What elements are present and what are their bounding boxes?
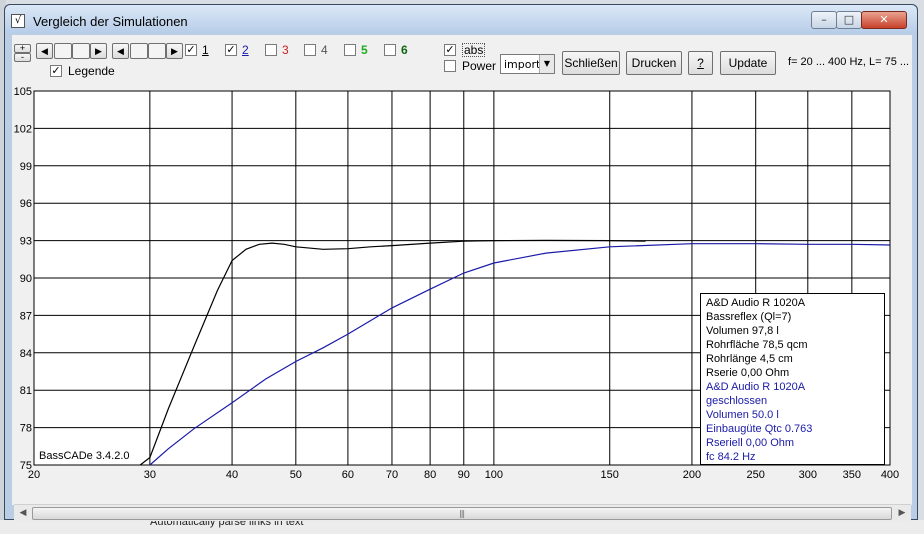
y-tick-label: 105 xyxy=(14,86,32,98)
chart-legend: A&D Audio R 1020A Bassreflex (Ql=7) Volume… xyxy=(700,293,885,465)
legend-entry: Volumen 97,8 l xyxy=(706,325,779,337)
power-checkbox[interactable] xyxy=(444,60,456,72)
scroll-right-icon[interactable]: ▶ xyxy=(894,506,910,521)
y-nav-right-button[interactable]: ▶ xyxy=(90,43,107,59)
legend-entry: geschlossen xyxy=(706,395,768,407)
y-tick-label: 102 xyxy=(14,123,32,135)
scroll-left-icon[interactable]: ◀ xyxy=(15,506,31,521)
abs-checkbox[interactable]: ✓ xyxy=(444,44,456,56)
y-tick-label: 84 xyxy=(20,348,32,360)
title-bar[interactable]: √ Vergleich der Simulationen – □ ✕ xyxy=(5,5,917,33)
power-label: Power xyxy=(462,59,497,73)
series-1-checkbox[interactable]: ✓ xyxy=(185,44,197,56)
y-tick-label: 87 xyxy=(20,310,32,322)
legend-entry: A&D Audio R 1020A xyxy=(706,297,806,309)
x-tick-label: 200 xyxy=(683,469,701,481)
x-tick-label: 70 xyxy=(386,469,398,481)
x-tick-label: 300 xyxy=(799,469,817,481)
legend-entry: Rserie 0,00 Ohm xyxy=(706,367,790,379)
x-nav-right-button[interactable]: ▶ xyxy=(166,43,183,59)
series-2-checkbox[interactable]: ✓ xyxy=(225,44,237,56)
y-tick-label: 78 xyxy=(20,423,32,435)
x-tick-label: 50 xyxy=(290,469,302,481)
x-tick-label: 400 xyxy=(881,469,899,481)
import-select-value: import xyxy=(504,58,541,71)
legende-checkbox[interactable]: ✓ xyxy=(50,65,62,77)
x-tick-label: 60 xyxy=(342,469,354,481)
frequency-range-info: f= 20 ... 400 Hz, L= 75 ... xyxy=(788,56,910,68)
y-tick-label: 99 xyxy=(20,161,32,173)
y-tick-label: 96 xyxy=(20,198,32,210)
legend-entry: Einbaugüte Qtc 0.763 xyxy=(706,423,813,435)
y-tick-label: 90 xyxy=(20,273,32,285)
series-2-label: 2 xyxy=(242,43,249,57)
legend-entry: Rseriell 0,00 Ohm xyxy=(706,437,795,449)
comparison-window: √ Vergleich der Simulationen – □ ✕ + - ◀… xyxy=(4,4,918,521)
legend-entry: A&D Audio R 1020A xyxy=(706,381,806,393)
x-tick-label: 100 xyxy=(485,469,503,481)
grip-icon: ||| xyxy=(459,509,465,518)
maximize-button[interactable]: □ xyxy=(836,11,862,29)
x-tick-label: 250 xyxy=(747,469,765,481)
import-select[interactable]: import ▼ xyxy=(500,54,555,74)
x-tick-label: 350 xyxy=(843,469,861,481)
series-5-label: 5 xyxy=(361,43,368,57)
x-tick-label: 40 xyxy=(226,469,238,481)
x-nav-field xyxy=(130,43,148,59)
series-3-label: 3 xyxy=(282,43,289,57)
legend-entry: Volumen 50.0 l xyxy=(706,409,779,421)
scroll-thumb[interactable]: ||| xyxy=(32,507,892,520)
print-button[interactable]: Drucken xyxy=(626,51,682,75)
client-area: + - ◀ ▶ ◀ ▶ ✓ 1 ✓ 2 3 4 5 6 ✓ Legende ✓ abs Pow… xyxy=(12,35,912,521)
update-button[interactable]: Update xyxy=(720,51,776,75)
help-button[interactable]: ? xyxy=(688,51,713,75)
x-nav-field-2 xyxy=(148,43,166,59)
y-nav-left-button[interactable]: ◀ xyxy=(36,43,53,59)
close-window-button[interactable]: ✕ xyxy=(861,11,907,29)
y-nav-field-2 xyxy=(72,43,90,59)
horizontal-scrollbar[interactable]: ◀ ||| ▶ xyxy=(14,504,911,521)
x-nav-left-button[interactable]: ◀ xyxy=(112,43,129,59)
legend-entry: Rohrfläche 78,5 qcm xyxy=(706,339,808,351)
window-title: Vergleich der Simulationen xyxy=(33,14,188,29)
minimize-button[interactable]: – xyxy=(811,11,837,29)
series-4-label: 4 xyxy=(321,43,328,57)
y-tick-label: 81 xyxy=(20,385,32,397)
watermark-text: BassCADe 3.4.2.0 xyxy=(39,450,130,462)
legend-entry: Bassreflex (Ql=7) xyxy=(706,311,792,323)
series-3-checkbox[interactable] xyxy=(265,44,277,56)
frequency-response-chart: 20 30 40 50 60 70 80 90 100 150 200 250 300 350 400 75 7… xyxy=(12,77,912,487)
legend-entry: fc 84.2 Hz xyxy=(706,451,756,463)
app-icon: √ xyxy=(11,14,25,28)
series-6-label: 6 xyxy=(401,43,408,57)
x-tick-label: 30 xyxy=(144,469,156,481)
y-tick-label: 93 xyxy=(20,236,32,248)
y-nav-field xyxy=(54,43,72,59)
legend-entry: Rohrlänge 4,5 cm xyxy=(706,353,793,365)
x-tick-label: 150 xyxy=(601,469,619,481)
chevron-down-icon[interactable]: ▼ xyxy=(539,55,554,73)
x-tick-label: 80 xyxy=(424,469,436,481)
series-1-label: 1 xyxy=(202,43,209,57)
legende-label: Legende xyxy=(68,64,115,78)
close-button[interactable]: Schließen xyxy=(562,51,620,75)
y-tick-label: 75 xyxy=(20,460,32,472)
series-5-checkbox[interactable] xyxy=(344,44,356,56)
series-6-checkbox[interactable] xyxy=(384,44,396,56)
x-tick-label: 90 xyxy=(458,469,470,481)
zoom-out-button[interactable]: - xyxy=(14,53,31,62)
abs-label: abs xyxy=(462,43,486,57)
series-4-checkbox[interactable] xyxy=(304,44,316,56)
background-bottom-strip xyxy=(0,520,924,534)
